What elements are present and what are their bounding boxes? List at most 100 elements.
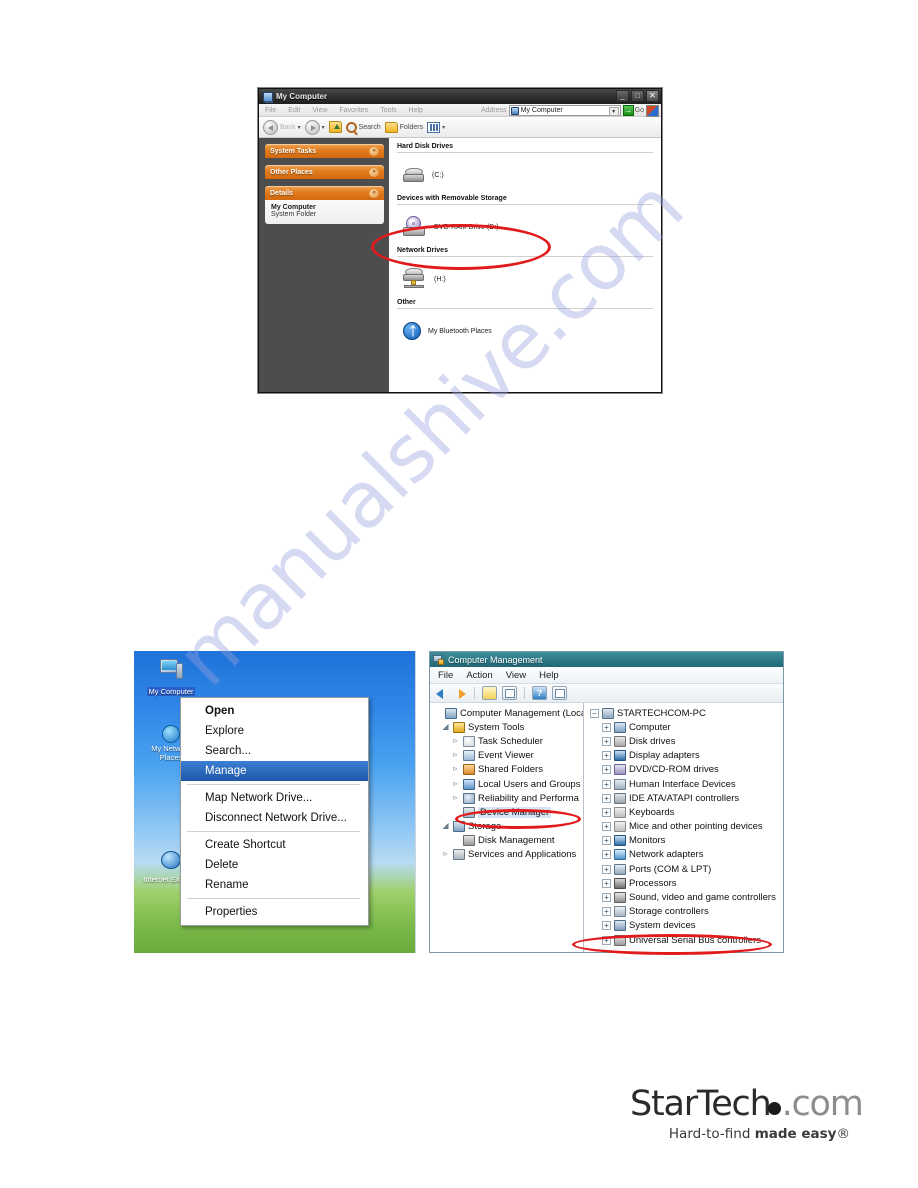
- tree-expander[interactable]: +: [602, 722, 611, 732]
- cm-menu-item-help[interactable]: Help: [539, 670, 559, 681]
- computer-management-titlebar[interactable]: Computer Management: [430, 652, 783, 667]
- tree-expander[interactable]: +: [602, 793, 611, 803]
- chevron-down-icon[interactable]: ▾: [608, 107, 619, 116]
- tree-expander[interactable]: ▹: [441, 850, 450, 859]
- maximize-button[interactable]: □: [631, 90, 644, 102]
- forward-button[interactable]: ▾: [304, 119, 325, 135]
- menu-item-edit[interactable]: Edit: [282, 107, 306, 114]
- device-node-storage-controllers[interactable]: + Storage controllers: [590, 905, 783, 919]
- window-controls[interactable]: _ □ ✕: [616, 90, 659, 102]
- close-button[interactable]: ✕: [646, 90, 659, 102]
- forward-chevron-down-icon[interactable]: ▾: [322, 124, 325, 131]
- collapse-chevron-icon[interactable]: »: [369, 167, 379, 177]
- context-menu-item-disconnect-network-drive[interactable]: Disconnect Network Drive...: [181, 808, 368, 828]
- device-node-universal-serial-bus-controllers[interactable]: + Universal Serial Bus controllers: [590, 933, 783, 947]
- device-manager-tree-pane[interactable]: − STARTECHCOM-PC + Computer + Disk drive…: [584, 703, 783, 952]
- tree-expander[interactable]: ▹: [451, 793, 460, 803]
- up-button[interactable]: [328, 121, 342, 133]
- views-button[interactable]: ▾: [427, 121, 445, 133]
- device-node-system-devices[interactable]: + System devices: [590, 919, 783, 933]
- tree-expander[interactable]: ◢: [441, 722, 450, 732]
- task-panel-header[interactable]: System Tasks »: [265, 144, 384, 158]
- tree-node-services-and-applications[interactable]: ▹ Services and Applications: [433, 848, 583, 862]
- task-panel-system-tasks[interactable]: System Tasks »: [265, 144, 384, 158]
- device-node-disk-drives[interactable]: + Disk drives: [590, 734, 783, 748]
- context-menu-item-properties[interactable]: Properties: [181, 902, 368, 922]
- device-node-computer[interactable]: + Computer: [590, 720, 783, 734]
- tree-node-shared-folders[interactable]: ▹ Shared Folders: [433, 763, 583, 777]
- tree-node-device-manager[interactable]: Device Manager: [433, 805, 583, 819]
- tree-expander[interactable]: +: [602, 907, 611, 917]
- device-node-mice-and-other-pointing-devices[interactable]: + Mice and other pointing devices: [590, 820, 783, 834]
- menu-item-help[interactable]: Help: [403, 107, 429, 114]
- context-menu-item-search[interactable]: Search...: [181, 741, 368, 761]
- tree-expander[interactable]: +: [602, 836, 611, 846]
- tree-node-computer-management[interactable]: Computer Management (Local: [433, 706, 583, 720]
- device-node-processors[interactable]: + Processors: [590, 876, 783, 890]
- search-button[interactable]: Search: [345, 121, 381, 133]
- tree-expander[interactable]: [451, 836, 460, 845]
- device-node-network-adapters[interactable]: + Network adapters: [590, 848, 783, 862]
- my-computer-window[interactable]: My Computer _ □ ✕ File Edit View Favorit…: [258, 88, 662, 393]
- cm-menu-item-action[interactable]: Action: [466, 670, 492, 681]
- tree-expander[interactable]: +: [602, 935, 611, 945]
- tree-node-reliability-and-performance[interactable]: ▹ Reliability and Performa: [433, 791, 583, 805]
- context-menu[interactable]: Open Explore Search... Manage Map Networ…: [180, 697, 369, 926]
- tree-expander[interactable]: +: [602, 779, 611, 789]
- task-panel-header[interactable]: Other Places »: [265, 165, 384, 179]
- desktop-icon-my-computer[interactable]: My Computer: [140, 659, 202, 699]
- context-menu-item-delete[interactable]: Delete: [181, 855, 368, 875]
- task-panel-other-places[interactable]: Other Places »: [265, 165, 384, 179]
- device-node-startechcom-pc[interactable]: − STARTECHCOM-PC: [590, 706, 783, 720]
- drive-item-c[interactable]: (C:): [397, 155, 653, 195]
- computer-management-window[interactable]: Computer Management File Action View Hel…: [429, 651, 784, 953]
- tree-expander[interactable]: +: [602, 893, 611, 903]
- tree-expander[interactable]: +: [602, 878, 611, 888]
- menu-item-view[interactable]: View: [306, 107, 333, 114]
- tree-expander[interactable]: ▹: [451, 751, 460, 760]
- device-node-dvd-cd-rom-drives[interactable]: + DVD/CD-ROM drives: [590, 763, 783, 777]
- tree-expander[interactable]: ◢: [441, 822, 450, 831]
- menu-item-tools[interactable]: Tools: [374, 107, 402, 114]
- up-one-level-icon[interactable]: [482, 686, 497, 700]
- tree-node-local-users-and-groups[interactable]: ▹ Local Users and Groups: [433, 777, 583, 791]
- device-node-sound-video-and-game-controllers[interactable]: + Sound, video and game controllers: [590, 890, 783, 904]
- folders-button[interactable]: Folders: [384, 121, 423, 133]
- show-console-tree-icon[interactable]: [502, 686, 517, 700]
- computer-management-menubar[interactable]: File Action View Help: [430, 667, 783, 684]
- tree-expander[interactable]: ▹: [451, 779, 460, 789]
- tree-node-event-viewer[interactable]: ▹ Event Viewer: [433, 749, 583, 763]
- task-panel-header[interactable]: Details «: [265, 186, 384, 200]
- context-menu-item-manage[interactable]: Manage: [181, 761, 368, 781]
- tree-expander[interactable]: +: [602, 864, 611, 874]
- menu-item-favorites[interactable]: Favorites: [333, 107, 374, 114]
- context-menu-item-create-shortcut[interactable]: Create Shortcut: [181, 835, 368, 855]
- properties-icon[interactable]: [552, 686, 567, 700]
- tree-expander[interactable]: +: [602, 822, 611, 832]
- drive-item-dvd[interactable]: DVD-RAM Drive (D:): [397, 207, 653, 247]
- device-node-keyboards[interactable]: + Keyboards: [590, 805, 783, 819]
- console-tree-pane[interactable]: Computer Management (Local ◢ System Tool…: [430, 703, 584, 952]
- my-computer-menubar[interactable]: File Edit View Favorites Tools Help Addr…: [259, 104, 661, 117]
- context-menu-item-rename[interactable]: Rename: [181, 875, 368, 895]
- minimize-button[interactable]: _: [616, 90, 629, 102]
- tree-node-storage[interactable]: ◢ Storage: [433, 820, 583, 834]
- device-node-human-interface-devices[interactable]: + Human Interface Devices: [590, 777, 783, 791]
- go-button[interactable]: → Go: [622, 105, 644, 116]
- views-chevron-down-icon[interactable]: ▾: [442, 124, 445, 131]
- tree-expander[interactable]: [451, 808, 460, 817]
- tree-node-disk-management[interactable]: Disk Management: [433, 834, 583, 848]
- drive-item-h[interactable]: (H:): [397, 259, 653, 299]
- tree-node-task-scheduler[interactable]: ▹ Task Scheduler: [433, 734, 583, 748]
- item-bluetooth-places[interactable]: ᛏ My Bluetooth Places: [397, 311, 653, 351]
- back-chevron-down-icon[interactable]: ▾: [298, 124, 301, 131]
- tree-expander[interactable]: +: [602, 736, 611, 746]
- address-bar[interactable]: Address My Computer ▾ → Go: [481, 104, 661, 117]
- tree-expander[interactable]: ▹: [451, 736, 460, 746]
- my-computer-titlebar[interactable]: My Computer _ □ ✕: [259, 89, 661, 104]
- tree-node-system-tools[interactable]: ◢ System Tools: [433, 720, 583, 734]
- context-menu-item-map-network-drive[interactable]: Map Network Drive...: [181, 788, 368, 808]
- context-menu-item-explore[interactable]: Explore: [181, 721, 368, 741]
- my-computer-toolbar[interactable]: Back ▾ ▾ Search Folders ▾: [259, 117, 661, 138]
- device-node-monitors[interactable]: + Monitors: [590, 834, 783, 848]
